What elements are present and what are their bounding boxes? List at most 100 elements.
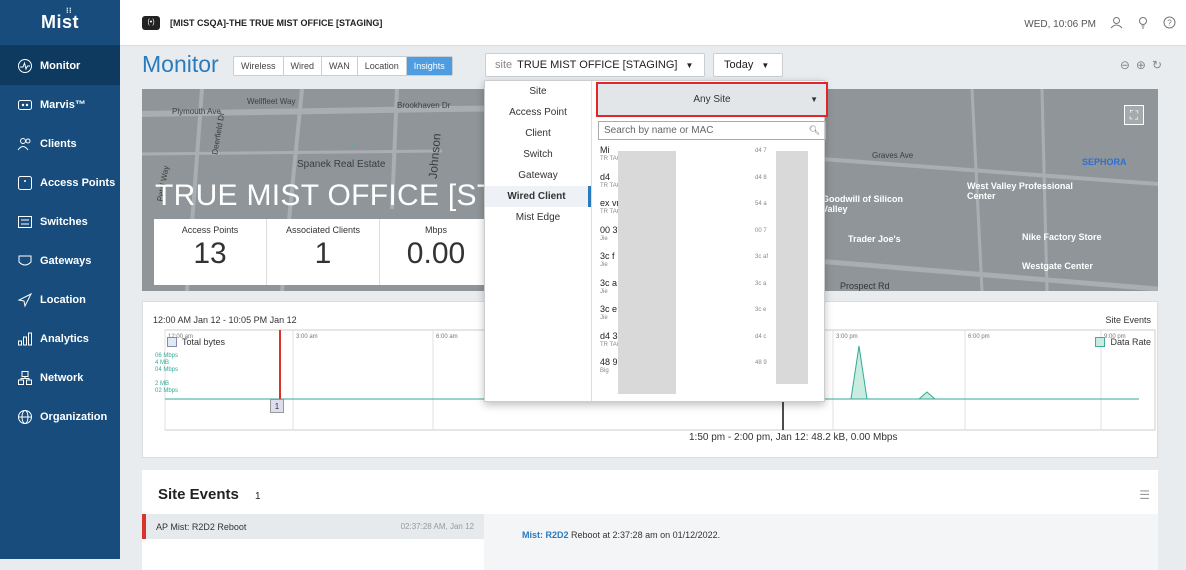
stat-title: Access Points [181, 225, 239, 235]
help-icon[interactable]: ? [1163, 16, 1176, 32]
top-bar: (•) [MIST CSQA]-THE TRUE MIST OFFICE [ST… [120, 0, 1186, 46]
map-street: Spanek Real Estate [297, 159, 386, 170]
fullscreen-icon[interactable]: ⛶ [1124, 105, 1144, 125]
stat-value: 1 [314, 237, 332, 270]
sidebar-item-label: Monitor [40, 59, 81, 72]
legend-swatch [1095, 337, 1106, 347]
stat-title: Mbps [424, 225, 447, 235]
legend-label: Total bytes [182, 337, 226, 347]
caret-down-icon: ▼ [810, 95, 818, 104]
menu-icon[interactable]: ☰ [1139, 488, 1150, 502]
category-site[interactable]: Site [485, 81, 591, 102]
monitor-tabs: Wireless Wired WAN Location Insights [233, 56, 453, 76]
map-street: Brookhaven Dr [397, 101, 451, 110]
sidebar-item-marvis[interactable]: Marvis™ [0, 85, 120, 124]
period-value: Today [724, 59, 754, 71]
dropdown-categories: Site Access Point Client Switch Gateway Wired… [485, 81, 592, 401]
sidebar: ⁝⁝ Mist Monitor Marvis™ Clients Access Poin… [0, 0, 120, 559]
period-selector[interactable]: Today ▼ [713, 53, 783, 77]
tab-wired[interactable]: Wired [284, 57, 323, 75]
event-row[interactable]: AP Mist: R2D2 Reboot 02:37:28 AM, Jan 12 [142, 514, 484, 539]
organization-icon [16, 408, 34, 426]
sidebar-item-clients[interactable]: Clients [0, 124, 120, 163]
legend-total-bytes[interactable]: Total bytes [167, 337, 225, 347]
stat-card[interactable]: Access Points 13 [154, 219, 267, 285]
legend-data-rate[interactable]: Data Rate [1095, 337, 1151, 347]
zoom-in-icon[interactable]: ⊕ [1136, 58, 1146, 72]
sidebar-item-monitor[interactable]: Monitor [0, 46, 120, 85]
sidebar-item-switches[interactable]: Switches [0, 202, 120, 241]
org-badge[interactable]: (•) [142, 15, 160, 30]
y-label: 04 Mbps [155, 367, 178, 373]
marvis-icon [16, 96, 34, 114]
mist-logo[interactable]: ⁝⁝ Mist [0, 0, 120, 46]
category-access-point[interactable]: Access Point [485, 102, 591, 123]
clients-icon [16, 135, 34, 153]
map-poi: Westgate Center [1022, 261, 1093, 271]
map-poi: Goodwill of Silicon Valley [822, 194, 903, 214]
hover-info: 1:50 pm - 2:00 pm, Jan 12: 48.2 kB, 0.00… [689, 432, 898, 443]
redacted-block [776, 151, 808, 384]
item-mac: 3c af [755, 254, 769, 260]
item-mac: d4 7 [755, 148, 767, 154]
site-label: site [495, 59, 513, 71]
stat-value: 13 [193, 237, 227, 270]
redacted-block [618, 151, 676, 394]
sidebar-item-location[interactable]: Location [0, 280, 120, 319]
logo-text: Mist [41, 12, 79, 32]
chevron-down-icon: ▼ [761, 60, 770, 70]
sidebar-item-gateways[interactable]: Gateways [0, 241, 120, 280]
sidebar-item-label: Network [40, 371, 84, 384]
events-title: Site Events [158, 486, 239, 503]
tab-location[interactable]: Location [358, 57, 407, 75]
stat-card[interactable]: Mbps 0.00 [380, 219, 493, 285]
sidebar-item-label: Marvis™ [40, 98, 86, 111]
stat-card[interactable]: Associated Clients 1 [267, 219, 380, 285]
category-wired-client[interactable]: Wired Client [485, 186, 591, 207]
sidebar-item-network[interactable]: Network [0, 358, 120, 397]
monitor-icon [16, 57, 34, 75]
sidebar-item-organization[interactable]: Organization [0, 397, 120, 436]
category-client[interactable]: Client [485, 123, 591, 144]
category-mist-edge[interactable]: Mist Edge [485, 207, 591, 228]
tab-insights[interactable]: Insights [406, 57, 452, 75]
y-label: 06 Mbps [155, 353, 178, 359]
page-title: Monitor [142, 51, 219, 77]
legend-swatch [167, 337, 177, 347]
any-site-select[interactable]: Any Site ▼ [596, 82, 828, 117]
y-label: 2 MB [155, 381, 169, 387]
site-events-panel: Site Events 1 ☰ AP Mist: R2D2 Reboot 02:… [142, 470, 1158, 570]
datetime: WED, 10:06 PM [1024, 18, 1096, 30]
sidebar-item-access-points[interactable]: Access Points [0, 163, 120, 202]
svg-text:?: ? [1167, 19, 1172, 28]
sidebar-item-analytics[interactable]: Analytics [0, 319, 120, 358]
category-switch[interactable]: Switch [485, 144, 591, 165]
site-selector[interactable]: site TRUE MIST OFFICE [STAGING] ▼ [485, 53, 705, 77]
refresh-icon[interactable]: ↻ [1152, 58, 1162, 72]
map-poi: West Valley Professional Center [967, 181, 1073, 201]
event-marker[interactable]: 1 [270, 399, 284, 413]
zoom-out-icon[interactable]: ⊖ [1120, 58, 1130, 72]
event-detail-link[interactable]: Mist: R2D2 [522, 530, 569, 540]
site-dropdown: Site Access Point Client Switch Gateway Wired… [484, 80, 828, 402]
tick-label: 3:00 am [296, 334, 318, 340]
map-poi: SEPHORA [1082, 157, 1127, 167]
sidebar-item-label: Switches [40, 215, 88, 228]
category-gateway[interactable]: Gateway [485, 165, 591, 186]
search-input[interactable]: Search by name or MAC 🔍︎ [598, 121, 826, 140]
tick-label: 6:00 pm [968, 334, 990, 340]
location-icon [16, 291, 34, 309]
sidebar-item-label: Gateways [40, 254, 92, 267]
org-name[interactable]: [MIST CSQA]-THE TRUE MIST OFFICE [STAGIN… [170, 18, 382, 28]
tab-wireless[interactable]: Wireless [234, 57, 284, 75]
map-poi: Prospect Rd [840, 281, 890, 291]
lightbulb-icon[interactable] [1137, 16, 1149, 32]
y-label: 4 MB [155, 360, 169, 366]
map-poi: Nike Factory Store [1022, 232, 1102, 242]
map-street: Plymouth Ave [172, 107, 221, 116]
item-mac: d4 8 [755, 174, 767, 181]
chevron-down-icon: ▼ [685, 60, 694, 70]
event-detail-text: Reboot at 2:37:28 am on 01/12/2022. [568, 530, 721, 540]
user-icon[interactable] [1110, 16, 1123, 32]
tab-wan[interactable]: WAN [322, 57, 358, 75]
